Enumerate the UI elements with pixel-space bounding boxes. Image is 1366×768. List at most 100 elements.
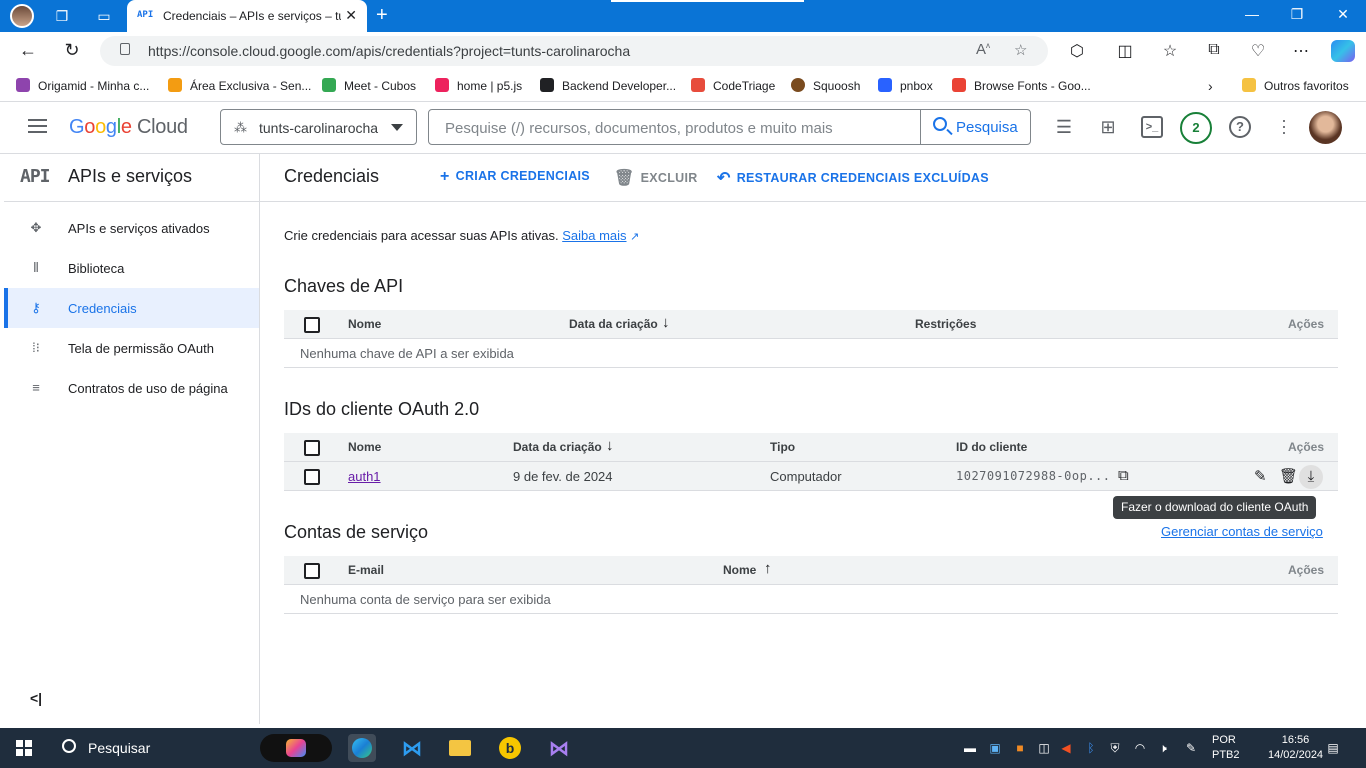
help-icon[interactable]: ? [1229,116,1251,138]
cloud-shell-icon[interactable]: >_ [1141,116,1163,138]
security-icon[interactable]: ⛨ [1107,740,1123,756]
edge-taskbar-icon[interactable] [348,734,376,762]
column-header-created[interactable]: Data da criação [513,440,602,454]
minimize-icon[interactable]: — [1242,6,1262,22]
collections-icon[interactable]: ⧉ [1203,41,1225,59]
restore-icon[interactable]: ❐ [1287,6,1307,23]
clock-time: 16:56 [1281,734,1310,746]
split-screen-icon[interactable]: ◫ [1114,41,1136,61]
sidebar-item-enabled-apis[interactable]: ✥ APIs e serviços ativados [4,208,259,248]
download-icon[interactable]: ⤓ [1299,465,1323,489]
more-options-icon[interactable]: · · · [1277,111,1291,141]
sort-descending-icon[interactable]: ↓ [606,437,614,454]
other-favorites-folder[interactable]: Outros favoritos [1242,78,1349,94]
client-name-link[interactable]: auth1 [348,469,381,484]
chevron-right-icon[interactable]: › [1208,78,1213,94]
column-header-email[interactable]: E-mail [348,563,384,577]
sort-ascending-icon[interactable]: ↑ [764,560,772,577]
column-header-restrictions[interactable]: Restrições [915,317,976,331]
tab-actions-icon[interactable]: ▭ [94,6,114,26]
close-window-icon[interactable]: ✕ [1333,6,1353,23]
restore-credentials-button[interactable]: ↶ RESTAURAR CREDENCIAIS EXCLUÍDAS [717,168,989,188]
sidebar-item-oauth-consent[interactable]: ⁞⁝ Tela de permissão OAuth [4,328,259,368]
select-all-checkbox[interactable] [304,317,320,333]
address-bar[interactable]: https://console.cloud.google.com/apis/cr… [100,36,1048,66]
account-avatar[interactable] [1309,111,1342,144]
google-cloud-logo[interactable]: Google Cloud [69,116,188,139]
sidebar-item-page-usage-agreements[interactable]: ≡ Contratos de uso de página [4,368,259,408]
favorite-item[interactable]: Área Exclusiva - Sen... [168,78,311,94]
column-header-name[interactable]: Nome [723,563,756,577]
menu-icon[interactable] [28,119,47,133]
pen-icon[interactable]: ✎ [1183,740,1199,756]
favorite-item[interactable]: Origamid - Minha c... [16,78,149,94]
gift-icon[interactable]: ⊞ [1097,116,1119,138]
refresh-icon[interactable]: ↻ [61,40,83,61]
column-header-type[interactable]: Tipo [770,440,795,454]
notifications-icon[interactable]: ▤ [1325,740,1341,756]
favorite-item[interactable]: Browse Fonts - Goo... [952,78,1091,94]
favorite-item[interactable]: Backend Developer... [540,78,676,94]
browser-tab-active[interactable]: API Credenciais – APIs e serviços – tunt… [127,0,367,32]
extensions-icon[interactable]: ⬡ [1066,41,1088,61]
read-aloud-icon[interactable]: Aʌ [976,41,990,58]
language-indicator[interactable]: POR PTB2 [1212,733,1240,763]
workspaces-icon[interactable]: ❐ [52,6,72,26]
favorite-item[interactable]: home | p5.js [435,78,522,94]
tray-icon[interactable]: ▬ [962,740,978,756]
row-checkbox[interactable] [304,469,320,485]
tray-icon[interactable]: ◫ [1036,740,1052,756]
gemini-chat-icon[interactable]: ☰ [1053,116,1075,138]
bing-taskbar-icon[interactable]: b [496,734,524,762]
column-header-client-id[interactable]: ID do cliente [956,440,1027,454]
favorite-item[interactable]: Meet - Cubos [322,78,416,94]
sidebar-item-library[interactable]: ⦀ Biblioteca [4,248,259,288]
column-header-name[interactable]: Nome [348,440,381,454]
taskbar-search[interactable]: Pesquisar [50,728,250,768]
sidebar-item-credentials[interactable]: ⚷ Credenciais [4,288,259,328]
collapse-sidebar-icon[interactable]: <| [30,690,42,706]
clock[interactable]: 16:56 14/02/2024 [1268,733,1323,763]
column-header-name[interactable]: Nome [348,317,381,331]
new-tab-icon[interactable]: + [376,4,388,27]
close-tab-icon[interactable]: ✕ [345,7,357,24]
learn-more-link[interactable]: Saiba mais [562,228,626,243]
vscode-taskbar-icon[interactable]: ⋈ [398,734,426,762]
favorite-item[interactable]: pnbox [878,78,933,94]
select-all-checkbox[interactable] [304,440,320,456]
copy-icon[interactable]: ⧉ [1118,467,1129,484]
favorites-icon[interactable]: ☆ [1159,41,1181,61]
back-icon[interactable]: ← [17,40,39,61]
column-header-created[interactable]: Data da criação [569,317,658,331]
settings-more-icon[interactable]: ⋯ [1290,41,1312,61]
tray-icon[interactable]: ▣ [987,740,1003,756]
browser-essentials-icon[interactable]: ♡ [1247,41,1269,61]
delete-button[interactable]: 🗑 EXCLUIR [614,168,698,188]
url-text[interactable]: https://console.cloud.google.com/apis/cr… [148,43,630,59]
search-input[interactable]: Pesquise (/) recursos, documentos, produ… [445,120,833,137]
manage-service-accounts-link[interactable]: Gerenciar contas de serviço [1161,524,1323,539]
wifi-icon[interactable]: ◠ [1132,740,1148,756]
favorite-item[interactable]: Squoosh [791,78,860,94]
favorite-star-icon[interactable]: ☆ [1014,41,1027,59]
favorite-item[interactable]: CodeTriage [691,78,775,94]
bluetooth-icon[interactable]: ᛒ [1083,740,1099,756]
create-credentials-button[interactable]: + CRIAR CREDENCIAIS [440,168,590,186]
edit-icon[interactable]: ✎ [1254,467,1267,485]
windows-start-icon[interactable] [16,740,32,756]
browser-profile-avatar[interactable] [10,4,34,28]
project-selector[interactable]: ⁂ tunts-carolinarocha [220,109,417,145]
tray-icon[interactable]: ◀ [1058,740,1074,756]
delete-icon[interactable]: 🗑 [1279,467,1298,485]
volume-icon[interactable]: 🕨 [1155,740,1171,756]
copilot-taskbar-icon[interactable] [260,734,332,762]
search-box[interactable]: Pesquise (/) recursos, documentos, produ… [428,109,1031,145]
sort-descending-icon[interactable]: ↓ [662,314,670,331]
search-button[interactable]: Pesquisa [920,110,1030,144]
tray-icon[interactable]: ■ [1012,740,1028,756]
notifications-badge[interactable]: 2 [1180,112,1212,144]
copilot-icon[interactable] [1331,40,1355,62]
select-all-checkbox[interactable] [304,563,320,579]
visual-studio-taskbar-icon[interactable]: ⋈ [545,734,573,762]
file-explorer-taskbar-icon[interactable] [446,734,474,762]
